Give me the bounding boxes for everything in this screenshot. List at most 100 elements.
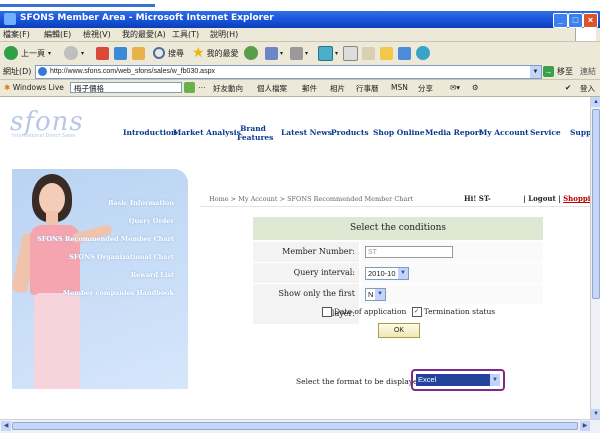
menu-reward-list[interactable]: Reward List xyxy=(131,271,174,279)
menu-edit[interactable]: 編輯(E) xyxy=(44,29,71,40)
scroll-left-icon[interactable]: ◀ xyxy=(1,421,11,431)
stop-button[interactable] xyxy=(96,45,109,61)
wl-mail[interactable]: 郵件 xyxy=(302,83,317,94)
wl-signin[interactable]: 登入 xyxy=(580,83,595,94)
print-button[interactable]: ▾ xyxy=(290,45,308,61)
discuss-button[interactable] xyxy=(362,45,375,61)
edit-button[interactable] xyxy=(343,45,358,61)
maximize-button[interactable]: □ xyxy=(568,13,583,28)
vertical-scroll-thumb[interactable] xyxy=(592,109,600,299)
nav-support[interactable]: Support xyxy=(570,128,590,137)
first-layer-label: Show only the first layer: xyxy=(253,284,359,324)
research-button[interactable] xyxy=(398,45,411,61)
ok-button[interactable]: OK xyxy=(378,323,420,338)
nav-products[interactable]: Products xyxy=(331,128,369,137)
date-of-application-checkbox[interactable] xyxy=(322,307,332,317)
close-button[interactable]: × xyxy=(583,13,598,28)
format-select[interactable]: Excel ▼ xyxy=(416,374,500,386)
wl-signin-icon[interactable]: ✔ xyxy=(565,83,571,92)
search-icon xyxy=(153,47,165,59)
nav-media-report[interactable]: Media Report xyxy=(425,128,482,137)
nav-market-analysis[interactable]: Market Analysis xyxy=(173,128,241,137)
address-input[interactable]: http://www.sfons.com/web_sfons/sales/w_f… xyxy=(35,65,542,79)
go-button[interactable]: 移至 xyxy=(557,66,573,77)
windows-live-search-input[interactable]: 梅子價格 xyxy=(70,82,182,93)
window-title: SFONS Member Area - Microsoft Internet E… xyxy=(20,13,274,23)
messenger-button[interactable]: ▾ xyxy=(318,45,338,61)
termination-status-checkbox[interactable]: ✓ xyxy=(411,307,422,317)
folder-button[interactable] xyxy=(380,45,393,61)
wl-mail-icon[interactable]: ✉▾ xyxy=(450,83,460,92)
links-button[interactable]: 連結 xyxy=(580,66,596,77)
discuss-icon xyxy=(362,46,375,60)
member-number-input[interactable]: ST xyxy=(365,246,453,258)
nav-introduction[interactable]: Introduction xyxy=(123,128,176,137)
shopping-cart-link[interactable]: Shopping Cart xyxy=(563,194,590,203)
horizontal-scroll-thumb[interactable] xyxy=(12,422,578,430)
home-button[interactable] xyxy=(132,45,145,61)
minimize-button[interactable]: _ xyxy=(553,13,568,28)
vertical-scrollbar[interactable]: ▲ ▼ xyxy=(590,97,600,419)
nav-shop-online[interactable]: Shop Online xyxy=(373,128,425,137)
left-panel: Basic Information Query Order SFONS Reco… xyxy=(12,169,188,389)
options-icon[interactable]: ⋯ xyxy=(198,83,206,92)
page-icon xyxy=(38,67,47,76)
toolbar: 上一頁 ▾ ▾ 搜尋 ★ 我的最愛 ▾ ▾ ▾ xyxy=(0,42,600,65)
back-arrow-icon xyxy=(4,46,18,60)
menu-basic-information[interactable]: Basic Information xyxy=(108,199,174,207)
wl-calendar[interactable]: 行事曆 xyxy=(356,83,379,94)
wl-tools-icon[interactable]: ⚙ xyxy=(472,83,479,92)
breadcrumb-home[interactable]: Home xyxy=(209,195,229,203)
windows-live-brand[interactable]: ✱ Windows Live xyxy=(4,83,64,92)
top-strip xyxy=(0,0,600,11)
windows-live-search-button[interactable] xyxy=(184,82,195,93)
address-dropdown-icon[interactable]: ▼ xyxy=(530,66,541,78)
ie-icon xyxy=(4,13,16,25)
forward-button[interactable]: ▾ xyxy=(64,45,84,61)
favorites-button[interactable]: ★ 我的最愛 xyxy=(192,45,239,61)
mail-button[interactable]: ▾ xyxy=(265,45,283,61)
wl-profile[interactable]: 個人檔案 xyxy=(257,83,287,94)
menu-tools[interactable]: 工具(T) xyxy=(172,29,199,40)
nav-service[interactable]: Service xyxy=(530,128,561,137)
menu-view[interactable]: 檢視(V) xyxy=(83,29,111,40)
back-label: 上一頁 xyxy=(21,48,45,58)
top-strip-bar xyxy=(0,4,155,7)
menu-recommended-member-chart[interactable]: SFONS Recommended Member Chart xyxy=(37,235,174,243)
scroll-right-icon[interactable]: ▶ xyxy=(580,421,590,431)
wl-photos[interactable]: 相片 xyxy=(330,83,345,94)
menu-handbook[interactable]: Member companies Handbook xyxy=(63,289,174,297)
history-button[interactable] xyxy=(244,45,258,61)
history-icon xyxy=(244,46,258,60)
wl-share[interactable]: 分享 xyxy=(418,83,433,94)
windows-flag-icon xyxy=(575,28,596,41)
member-number-row: Member Number: ST xyxy=(253,242,543,262)
page-content: sfons International Direct Sales Introdu… xyxy=(0,97,590,419)
forward-arrow-icon xyxy=(64,46,78,60)
go-arrow-icon[interactable]: → xyxy=(543,66,554,77)
nav-latest-news[interactable]: Latest News xyxy=(281,128,332,137)
msn-button[interactable] xyxy=(416,45,430,61)
refresh-button[interactable] xyxy=(114,45,127,61)
menu-file[interactable]: 檔案(F) xyxy=(3,29,30,40)
first-layer-row: Show only the first layer: N ▼ xyxy=(253,284,543,324)
nav-my-account[interactable]: My Account xyxy=(479,128,529,137)
breadcrumb-account[interactable]: My Account xyxy=(238,195,277,203)
menu-favorites[interactable]: 我的最愛(A) xyxy=(122,29,166,40)
menu-organizational-chart[interactable]: SFONS Organizational Chart xyxy=(69,253,174,261)
horizontal-scrollbar[interactable]: ◀ ▶ xyxy=(0,419,600,433)
menu-help[interactable]: 說明(H) xyxy=(210,29,238,40)
scroll-down-icon[interactable]: ▼ xyxy=(591,409,600,419)
query-interval-label: Query interval: xyxy=(253,263,359,283)
stop-icon xyxy=(96,46,109,60)
search-button[interactable]: 搜尋 xyxy=(153,45,184,61)
query-interval-select[interactable]: 2010-10 ▼ xyxy=(365,267,409,280)
scroll-up-icon[interactable]: ▲ xyxy=(591,97,600,107)
logout-link[interactable]: Logout xyxy=(528,194,555,203)
wl-msn[interactable]: MSN xyxy=(391,83,408,92)
first-layer-select[interactable]: N ▼ xyxy=(365,288,386,301)
wl-friends[interactable]: 好友動向 xyxy=(213,83,243,94)
back-button[interactable]: 上一頁 ▾ xyxy=(4,45,51,61)
menu-query-order[interactable]: Query Order xyxy=(129,217,174,225)
nav-brand-features[interactable]: Brand Features xyxy=(237,124,273,142)
